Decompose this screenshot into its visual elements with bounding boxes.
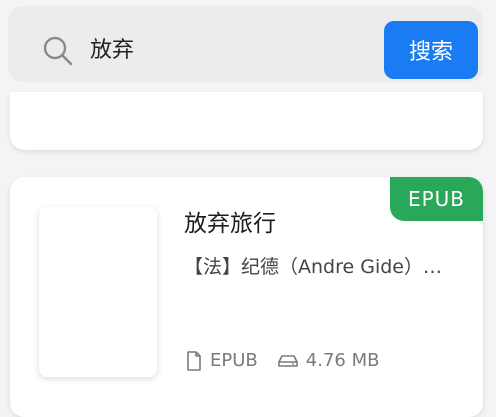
book-author: 【法】纪德（Andre Gide）… [184, 256, 442, 278]
search-button[interactable]: 搜索 [384, 21, 478, 79]
book-result-card[interactable]: EPUB 放弃旅行 【法】纪德（Andre Gide）… EPUB 4.76 M… [10, 177, 483, 417]
book-size: 4.76 MB [305, 350, 380, 371]
book-title: 放弃旅行 [184, 211, 276, 237]
book-cover[interactable] [39, 207, 157, 377]
search-icon [43, 36, 73, 66]
search-bar[interactable]: 放弃 搜索 [8, 6, 483, 82]
previous-result-card[interactable] [10, 92, 483, 150]
book-format: EPUB [210, 350, 258, 371]
search-input[interactable]: 放弃 [90, 33, 134, 69]
format-badge: EPUB [390, 177, 483, 221]
storage-icon [277, 354, 298, 368]
file-icon [186, 350, 202, 371]
book-meta: EPUB 4.76 MB [186, 350, 379, 371]
